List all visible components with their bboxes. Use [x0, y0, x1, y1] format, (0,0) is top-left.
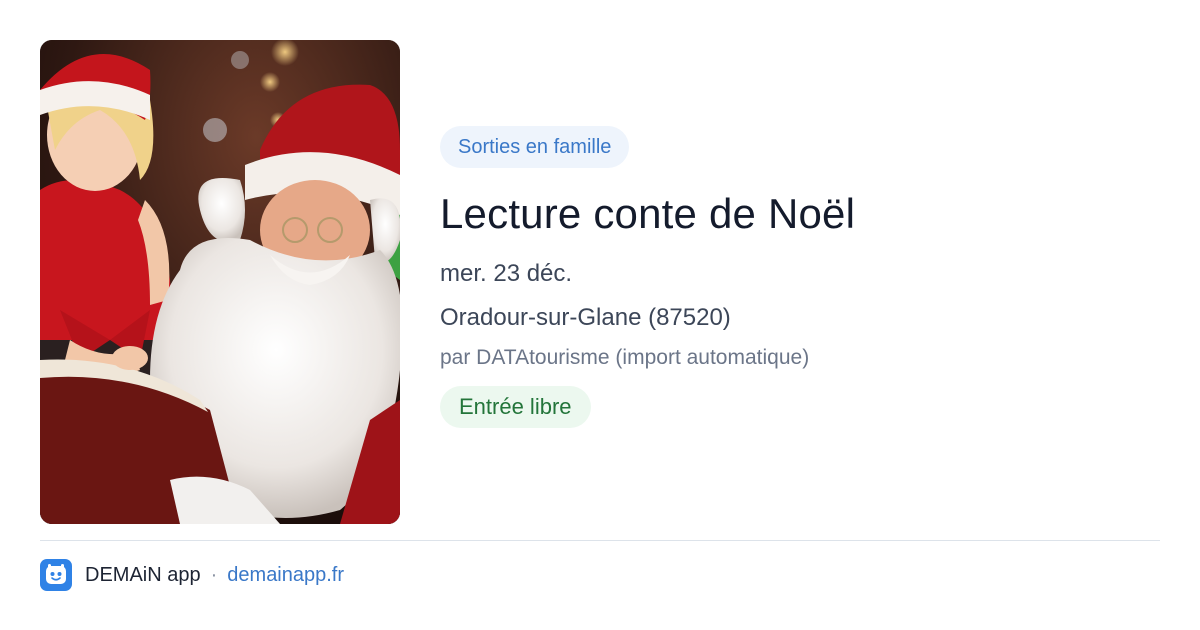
event-date: mer. 23 déc. — [440, 260, 573, 287]
app-name: DEMAiN app — [85, 563, 201, 586]
event-card[interactable]: Sorties en famille Lecture conte de Noël… — [0, 0, 1200, 630]
event-title[interactable]: Lecture conte de Noël — [440, 186, 1160, 242]
footer-divider — [40, 540, 1160, 541]
app-logo-icon[interactable] — [40, 559, 72, 591]
event-photo — [40, 40, 400, 524]
event-location: Oradour-sur-Glane (87520) — [440, 304, 731, 331]
santa-reading-photo — [40, 40, 400, 524]
price-badge: Entrée libre — [440, 386, 591, 428]
event-author: par DATAtourisme (import automatique) — [440, 346, 810, 369]
event-info: Sorties en famille Lecture conte de Noël… — [440, 126, 1160, 428]
footer: DEMAiN app · demainapp.fr — [40, 558, 344, 592]
category-tag[interactable]: Sorties en famille — [440, 126, 630, 168]
footer-separator: · — [210, 563, 218, 586]
app-url-link[interactable]: demainapp.fr — [227, 564, 344, 587]
